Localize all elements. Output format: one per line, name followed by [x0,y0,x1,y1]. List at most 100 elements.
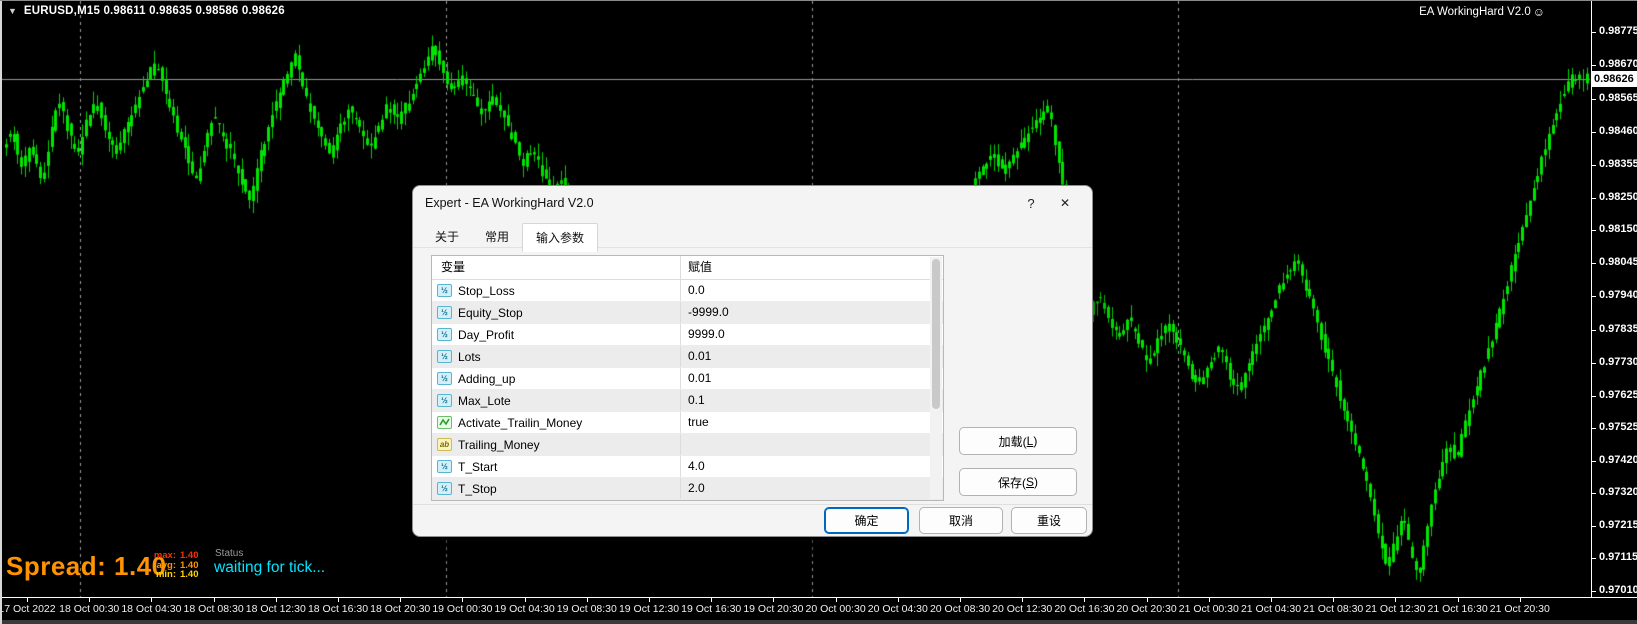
time-axis-tick [1209,598,1210,602]
time-axis-tick [276,598,277,602]
param-name-cell[interactable]: ½Day_Profit [432,324,680,345]
time-axis-tick [711,598,712,602]
table-scrollbar[interactable] [930,257,942,499]
table-row[interactable]: ½Max_Lote0.1 [432,390,943,412]
price-axis-tick [1592,363,1596,364]
param-name-cell[interactable]: ½Adding_up [432,368,680,389]
param-type-icon-numeric: ½ [437,394,452,407]
chart-dropdown-icon[interactable]: ▼ [8,5,17,17]
param-value-cell[interactable]: 0.1 [680,390,943,411]
time-axis-tick [898,598,899,602]
param-type-icon-numeric: ½ [437,306,452,319]
ok-button[interactable]: 确定 [824,507,909,534]
scrollbar-thumb[interactable] [932,259,940,409]
price-axis-label: 0.98460 [1599,125,1637,137]
price-axis-label: 0.97010 [1599,584,1637,596]
ea-name-label: EA WorkingHard V2.0☺ [1419,5,1545,19]
param-name-cell[interactable]: ½Equity_Stop [432,302,680,323]
time-axis-label: 20 Oct 00:30 [806,603,866,615]
time-axis-label: 18 Oct 16:30 [308,603,368,615]
param-value-cell[interactable]: 0.01 [680,368,943,389]
price-axis-label: 0.97215 [1599,519,1637,531]
param-name: Trailing_Money [458,438,540,452]
time-axis-tick [525,598,526,602]
price-axis-tick [1592,461,1596,462]
param-name-cell[interactable]: Activate_Trailin_Money [432,412,680,433]
param-value-cell[interactable]: -9999.0 [680,302,943,323]
table-row[interactable]: ½Stop_Loss0.0 [432,280,943,302]
param-value-cell[interactable]: 0.0 [680,280,943,301]
table-row[interactable]: ½T_Stop2.0 [432,478,943,500]
table-row[interactable]: ½Lots0.01 [432,346,943,368]
time-axis-tick [1022,598,1023,602]
param-name-cell[interactable]: ½Lots [432,346,680,367]
time-axis-label: 20 Oct 08:30 [930,603,990,615]
time-axis-tick [960,598,961,602]
time-axis-tick [836,598,837,602]
cancel-button[interactable]: 取消 [919,507,1003,534]
current-price-tag: 0.98626 [1592,71,1637,87]
time-axis-label: 19 Oct 16:30 [681,603,741,615]
table-row[interactable]: ½T_Start4.0 [432,456,943,478]
price-axis-label: 0.97940 [1599,289,1637,301]
close-button[interactable]: ✕ [1048,190,1082,216]
time-axis-tick [27,598,28,602]
param-value-cell[interactable]: 0.01 [680,346,943,367]
time-axis-label: 19 Oct 04:30 [495,603,555,615]
price-axis-tick [1592,263,1596,264]
param-value-cell[interactable]: 0.5 [680,500,943,501]
price-axis-label: 0.98355 [1599,158,1637,170]
mt4-terminal-window: ▼ EURUSD,M15 0.98611 0.98635 0.98586 0.9… [0,0,1637,624]
tab-strip: 关于常用输入参数 [422,223,598,252]
table-row[interactable]: abTrailing_Money [432,434,943,456]
param-name-cell[interactable]: ½T_Start [432,456,680,477]
time-axis-label: 21 Oct 00:30 [1179,603,1239,615]
param-value-cell[interactable]: 9999.0 [680,324,943,345]
param-value-cell[interactable]: 4.0 [680,456,943,477]
price-axis-label: 0.98565 [1599,92,1637,104]
load-button[interactable]: 加载(L) [959,427,1077,455]
dialog-title-bar[interactable]: Expert - EA WorkingHard V2.0 ? ✕ [413,186,1092,220]
param-name-cell[interactable]: abTrailing_Money [432,434,680,455]
price-axis-tick [1592,558,1596,559]
param-type-icon-boolean [437,416,452,429]
ea-smiley-icon[interactable]: ☺ [1533,5,1545,19]
footer-divider [413,504,1092,505]
time-axis-tick [773,598,774,602]
param-value-cell[interactable] [680,434,943,455]
table-row[interactable]: ½Day_Profit9999.0 [432,324,943,346]
table-row[interactable]: ½Adding_up0.01 [432,368,943,390]
param-type-icon-numeric: ½ [437,328,452,341]
time-axis-tick [1520,598,1521,602]
param-value-cell[interactable]: true [680,412,943,433]
price-axis-tick [1592,230,1596,231]
param-name: T_Start [458,460,497,474]
param-name-cell[interactable]: ½T_Step [432,500,680,501]
price-axis[interactable]: 0.987750.986700.985650.984600.983550.982… [1592,0,1637,597]
column-header-value[interactable]: 赋值 [680,256,943,279]
price-axis-tick [1592,32,1596,33]
time-axis-label: 18 Oct 08:30 [184,603,244,615]
help-button[interactable]: ? [1014,190,1048,216]
table-row[interactable]: ½Equity_Stop-9999.0 [432,302,943,324]
reset-button[interactable]: 重设 [1011,507,1087,534]
param-name-cell[interactable]: ½Max_Lote [432,390,680,411]
param-name-cell[interactable]: ½Stop_Loss [432,280,680,301]
tab-about[interactable]: 关于 [422,223,472,252]
column-header-variable[interactable]: 变量 [432,256,680,279]
time-axis-tick [338,598,339,602]
time-axis-tick [1271,598,1272,602]
param-name: Lots [458,350,481,364]
tab-common[interactable]: 常用 [472,223,522,252]
table-row[interactable]: Activate_Trailin_Money true [432,412,943,434]
spread-stat-row: min:1.40 [152,570,199,580]
time-axis-tick [1458,598,1459,602]
tab-inputs[interactable]: 输入参数 [522,223,598,252]
param-name: Activate_Trailin_Money [458,416,582,430]
save-button[interactable]: 保存(S) [959,468,1077,496]
table-row[interactable]: ½T_Step0.5 [432,500,943,501]
time-axis-label: 21 Oct 16:30 [1428,603,1488,615]
param-name: T_Stop [458,482,497,496]
param-value-cell[interactable]: 2.0 [680,478,943,499]
param-name-cell[interactable]: ½T_Stop [432,478,680,499]
